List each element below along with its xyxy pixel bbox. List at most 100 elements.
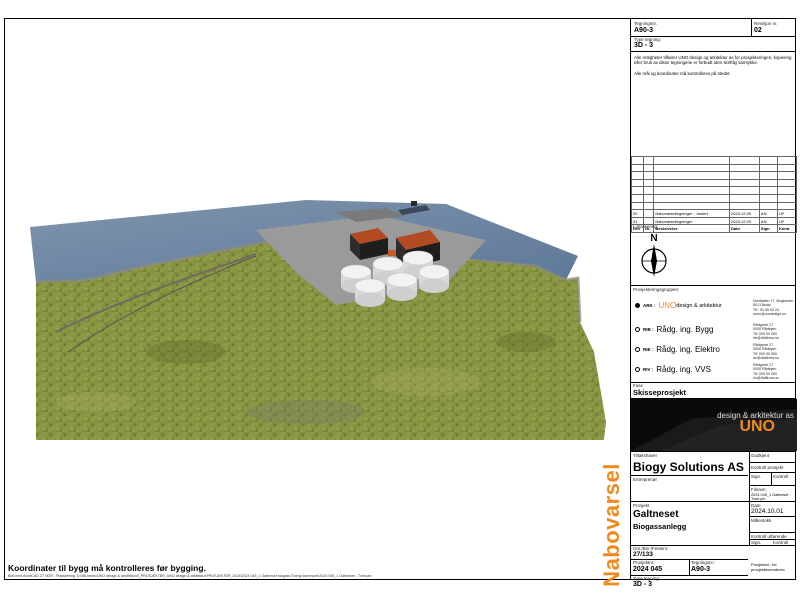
prosjekt-label: Prosjekt [633,503,650,508]
revision-cell-kontr: Kontr. [776,224,798,233]
revision-cell-nr [643,163,655,173]
firm-name: design & arkitektur [676,302,722,309]
prosjektleder-text: Prosjekter.: for prosjektlenende/ev. [751,562,786,572]
file-path-note: B06 med ArchiCAD 27 NOR - Plasseering: D… [8,574,372,578]
revision-cell-kontr [776,193,798,203]
revision-cell-kontr [776,171,798,180]
firm-row[interactable]: RIB : Rådg. ing. Bygg [635,325,713,334]
revisjon-value: 02 [754,27,762,34]
revision-cell-sign: AN [758,216,778,226]
revision-cell-date [729,201,760,211]
company-logo: design & arkitektur as UNO [631,399,797,451]
tiltakshaver-value: Biogy Solutions AS [633,460,744,474]
site-3d-view [30,200,606,440]
revision-cell-desc [653,156,731,165]
tegningsnr2-value: A90-3 [691,566,711,573]
revision-cell-date [729,156,760,165]
revision-cell-desc [653,186,731,195]
revision-cell-date [729,171,760,180]
measure-text: Alle mål og koordinater må kontrolleres … [634,71,731,76]
revision-row [630,201,798,211]
firm-radio-icon[interactable] [635,327,640,332]
firm-tag: RIB : [643,327,654,332]
kontroll-label: Kontroll [773,474,789,479]
kontroll-prosjekt-label: Kontroll prosjekt [751,465,784,470]
firm-radio-icon[interactable] [635,367,640,372]
firm-row[interactable]: RIE : Rådg. ing. Elektro [635,345,720,354]
firm-tag: ARK : [643,303,656,308]
revision-cell-kontr: UF [776,209,798,218]
revision-cell-sign [758,186,778,195]
revision-cell-rev [630,201,645,211]
revision-cell-desc: Nabovarseltegninger - Justert [653,209,731,218]
revision-cell-nr [643,209,655,218]
prosjektgruppe-label: Prosjekteringsgruppen: [633,287,680,292]
firm-address-line: riv@rådfirma.no [753,376,779,381]
revision-cell-desc [653,193,731,203]
tegningsnr-label: Tegningsnr. [634,21,658,26]
firm-address-line: unno@unodesign.no [753,312,787,317]
godkjent-label: Godkjent [751,453,770,458]
revision-cell-nr [643,178,655,188]
coordinate-note: Koordinater til bygg må kontrolleres før… [8,563,206,573]
firm-tag: RIE : [643,347,654,352]
prosjektnr-value: 2024 045 [633,566,663,573]
revision-cell-nr [643,201,655,211]
revision-cell-rev: 02 [630,209,645,218]
revision-row [630,178,798,188]
filnavn-label: Filnavn: [751,487,767,492]
prosjekt-subtitle: Biogassanlegg [633,522,687,531]
revision-cell-date [729,186,760,195]
prosjektnr-label: Prosjektnr.: [633,560,656,565]
nabovarsel-stamp: Nabovarsel [599,463,624,587]
revision-cell-nr [643,171,655,180]
firm-row[interactable]: RIV : Rådg. ing. VVS [635,365,711,374]
revision-cell-desc: Nabovarseltegninger [653,216,731,226]
revision-cell-kontr [776,156,798,165]
revision-cell-nr [643,156,655,165]
revision-cell-date [729,163,760,173]
revision-cell-sign: AN [758,209,778,218]
revision-cell-sign [758,171,778,180]
revision-cell-rev [630,156,645,165]
firm-brand: UNO [658,301,677,310]
dato-value: 2024.10.01 [751,508,784,515]
firm-address: Rådgevei 27 0000 Rådbyen Tlf: 000 00 000 ri… [753,363,779,381]
svg-text:N: N [650,233,657,244]
firm-address-line: rib@rådfirma.no [753,336,779,341]
revision-cell-rev [630,193,645,203]
revision-cell-rev [630,171,645,180]
revision-cell-nr [643,186,655,195]
title-block: Tegningsnr. A90-3 Revisjon nr. 02 Type t… [630,19,798,588]
revision-cell-date [729,178,760,188]
firm-radio-icon[interactable] [635,347,640,352]
revision-cell-nr [643,193,655,203]
revisjon-label: Revisjon nr. [754,21,778,26]
revision-row [630,186,798,195]
north-arrow-icon: N [641,233,667,277]
firm-address: Rådgevei 27 0000 Rådbyen Tlf: 000 00 000 ri… [753,343,779,361]
type2-value: 3D - 3 [633,581,653,588]
revision-cell-rev [630,163,645,173]
revision-cell-date: Dato [729,224,760,233]
revision-cell-desc [653,171,731,180]
firm-address-line: rie@rådfirma.no [753,356,779,361]
revision-cell-desc [653,163,731,173]
entreprenor-label: Entreprenør [633,477,658,482]
fase-value: Skisseprosjekt [633,388,686,397]
revision-row [630,156,798,165]
firm-radio-icon[interactable] [635,303,640,308]
rights-text: Alle rettigheter tilhører UNO design og … [634,55,792,66]
firm-address: Rådgevei 27 0000 Rådbyen Tlf: 000 00 000 ri… [753,323,779,341]
firm-row[interactable]: ARK : UNO design & arkitektur [635,301,722,310]
revision-cell-kontr [776,201,798,211]
firm-tag: RIV : [643,367,654,372]
revision-row [630,193,798,203]
tegningsnr2-label: Tegningsnr.: [691,560,716,565]
revision-table: 02 Nabovarseltegninger - Justert 2024.12.0… [630,156,798,233]
firm-name: Rådg. ing. Bygg [656,325,714,334]
prosjekt-value: Galtneset [633,509,679,520]
revision-cell-sign [758,178,778,188]
revision-cell-kontr [776,178,798,188]
firm-name: Rådg. ing. VVS [656,365,711,374]
